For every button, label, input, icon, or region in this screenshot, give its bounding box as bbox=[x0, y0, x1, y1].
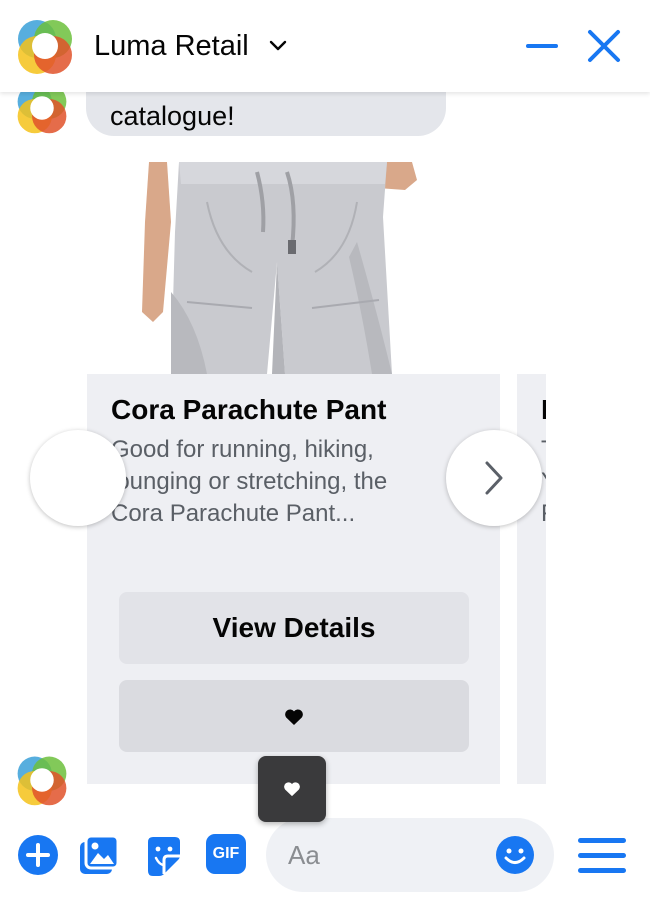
close-button[interactable] bbox=[586, 28, 622, 64]
menu-icon bbox=[578, 838, 626, 843]
product-card[interactable]: Cora Parachute Pant Good for running, hi… bbox=[87, 374, 500, 784]
emoji-icon[interactable] bbox=[495, 835, 535, 875]
carousel-next-button[interactable] bbox=[446, 430, 542, 526]
reaction-tooltip bbox=[258, 756, 326, 822]
menu-icon bbox=[578, 868, 626, 873]
like-button[interactable] bbox=[119, 680, 469, 752]
message-input-container[interactable] bbox=[266, 818, 554, 892]
menu-icon bbox=[578, 853, 626, 858]
luma-logo bbox=[14, 15, 76, 77]
page-title[interactable]: Luma Retail bbox=[94, 30, 249, 63]
card-description-line: T bbox=[541, 434, 546, 466]
minimize-icon bbox=[526, 44, 558, 48]
heart-icon bbox=[284, 782, 300, 797]
card-description-line: F bbox=[541, 498, 546, 530]
photo-icon[interactable] bbox=[78, 834, 120, 876]
card-description-line: Cora Parachute Pant... bbox=[111, 500, 356, 527]
product-card-next[interactable]: I T Y F bbox=[517, 374, 546, 784]
bot-avatar bbox=[14, 752, 70, 808]
bot-avatar bbox=[14, 92, 70, 136]
card-description-line: Good for running, hiking, bbox=[111, 436, 374, 463]
product-image[interactable] bbox=[87, 162, 500, 374]
chevron-down-icon[interactable] bbox=[268, 38, 288, 54]
message-text: catalogue! bbox=[110, 101, 235, 131]
view-details-button[interactable]: View Details bbox=[119, 592, 469, 664]
message-composer: GIF bbox=[0, 812, 650, 906]
menu-button[interactable] bbox=[578, 836, 626, 874]
chevron-right-icon bbox=[485, 461, 503, 495]
message-bubble: catalogue! bbox=[86, 92, 446, 136]
card-description: Good for running, hiking, lounging or st… bbox=[111, 434, 471, 530]
conversation-area[interactable]: catalogue! Cora Parachute Pant Good for … bbox=[0, 92, 650, 812]
card-title: Cora Parachute Pant bbox=[111, 394, 387, 425]
card-description-line: lounging or stretching, the bbox=[111, 468, 388, 495]
gif-icon[interactable]: GIF bbox=[206, 834, 246, 874]
sticker-icon[interactable] bbox=[144, 834, 184, 876]
message-input[interactable] bbox=[288, 834, 498, 876]
carousel-prev-button[interactable] bbox=[30, 430, 126, 526]
heart-icon bbox=[285, 709, 303, 725]
minimize-button[interactable] bbox=[524, 24, 560, 68]
card-title: I bbox=[541, 394, 546, 425]
chat-header: Luma Retail bbox=[0, 0, 650, 92]
plus-circle-icon[interactable] bbox=[17, 834, 59, 876]
